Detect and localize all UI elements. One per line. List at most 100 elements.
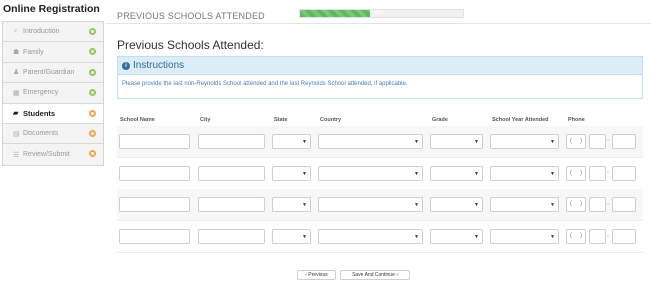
instructions-text: Please provide the last non-Reynolds Sch… — [122, 81, 408, 87]
school-name-input[interactable] — [119, 229, 190, 244]
chevron-down-icon: ▼ — [474, 139, 479, 145]
state-select[interactable]: ▼ — [272, 134, 311, 149]
in-progress-status-icon — [89, 150, 96, 158]
chevron-down-icon: ▼ — [414, 171, 419, 177]
school-year-select[interactable]: ▼ — [490, 197, 559, 212]
sidebar-item-documents[interactable]: ▤ Documents — [3, 124, 103, 145]
grade-select[interactable]: ▼ — [430, 166, 483, 181]
phone-open-paren: ( — [570, 233, 572, 239]
phone-line-input[interactable] — [612, 134, 636, 149]
school-name-input[interactable] — [119, 134, 190, 149]
sidebar-item-label: Emergency — [23, 89, 59, 97]
sidebar: Online Registration ♀ Introduction ☗ Fam… — [0, 0, 106, 283]
progress-fill — [300, 10, 371, 17]
chevron-down-icon: ▼ — [414, 202, 419, 208]
column-header-grade: Grade — [432, 117, 448, 123]
school-year-select[interactable]: ▼ — [490, 166, 559, 181]
column-header-school-name: School Name — [120, 117, 155, 123]
school-name-input[interactable] — [119, 197, 190, 212]
column-header-phone: Phone — [568, 117, 585, 123]
page-title: PREVIOUS SCHOOLS ATTENDED — [117, 11, 265, 21]
chevron-down-icon: ▼ — [550, 171, 555, 177]
chevron-down-icon: ▼ — [302, 139, 307, 145]
country-select[interactable]: ▼ — [318, 229, 423, 244]
chevron-down-icon: ▼ — [474, 202, 479, 208]
table-row-divider — [117, 220, 643, 221]
city-input[interactable] — [198, 134, 265, 149]
info-icon: i — [122, 61, 130, 70]
header-divider — [106, 23, 651, 24]
table-row-divider — [117, 252, 643, 253]
school-year-select[interactable]: ▼ — [490, 134, 559, 149]
sidebar-item-parent-guardian[interactable]: ♟ Parent/Guardian — [3, 63, 103, 84]
sidebar-nav: ♀ Introduction ☗ Family ♟ Parent/Guardia… — [2, 21, 104, 166]
in-progress-status-icon — [89, 129, 96, 137]
sidebar-item-family[interactable]: ☗ Family — [3, 42, 103, 63]
document-icon: ▤ — [13, 130, 20, 138]
in-progress-status-icon — [89, 109, 96, 117]
phone-dash: - — [607, 138, 609, 144]
lightbulb-icon: ♀ — [13, 28, 19, 36]
table-row-divider — [117, 157, 643, 158]
instructions-header: i Instructions — [118, 57, 642, 75]
column-header-city: City — [200, 117, 211, 123]
sidebar-item-label: Documents — [23, 130, 59, 138]
country-select[interactable]: ▼ — [318, 134, 423, 149]
instructions-title: Instructions — [133, 60, 185, 71]
phone-area-code-input[interactable]: () — [566, 229, 586, 244]
school-name-input[interactable] — [119, 166, 190, 181]
phone-prefix-input[interactable] — [589, 166, 606, 181]
sidebar-title: Online Registration — [3, 3, 100, 15]
phone-prefix-input[interactable] — [589, 229, 606, 244]
progress-label: 43% — [373, 10, 384, 16]
phone-close-paren: ) — [580, 170, 582, 176]
complete-status-icon — [89, 68, 96, 76]
complete-status-icon — [89, 28, 96, 35]
section-title: Previous Schools Attended: — [117, 38, 264, 52]
chevron-down-icon: ▼ — [302, 171, 307, 177]
phone-dash: - — [607, 201, 609, 207]
sidebar-item-label: Introduction — [23, 28, 60, 36]
grade-select[interactable]: ▼ — [430, 229, 483, 244]
grade-select[interactable]: ▼ — [430, 134, 483, 149]
country-select[interactable]: ▼ — [318, 197, 423, 212]
phone-area-code-input[interactable]: () — [566, 197, 586, 212]
city-input[interactable] — [198, 197, 265, 212]
phone-dash: - — [607, 170, 609, 176]
country-select[interactable]: ▼ — [318, 166, 423, 181]
column-header-school-year: School Year Attended — [492, 117, 549, 123]
phone-prefix-input[interactable] — [589, 134, 606, 149]
list-icon: ☰ — [13, 151, 20, 159]
sidebar-item-label: Family — [23, 48, 44, 56]
state-select[interactable]: ▼ — [272, 197, 311, 212]
previous-button[interactable]: ‹ Previous — [297, 270, 336, 280]
chevron-down-icon: ▼ — [550, 139, 555, 145]
save-and-continue-button[interactable]: Save And Continue › — [340, 270, 410, 280]
sidebar-item-label: Students — [23, 108, 56, 118]
state-select[interactable]: ▼ — [272, 229, 311, 244]
phone-prefix-input[interactable] — [589, 197, 606, 212]
chevron-down-icon: ▼ — [414, 139, 419, 145]
phone-open-paren: ( — [570, 170, 572, 176]
phone-close-paren: ) — [580, 201, 582, 207]
sidebar-item-review-submit[interactable]: ☰ Review/Submit — [3, 144, 103, 164]
phone-close-paren: ) — [580, 233, 582, 239]
sidebar-item-label: Parent/Guardian — [23, 68, 75, 76]
state-select[interactable]: ▼ — [272, 166, 311, 181]
phone-line-input[interactable] — [612, 229, 636, 244]
grade-select[interactable]: ▼ — [430, 197, 483, 212]
column-header-state: State — [274, 117, 288, 123]
sidebar-item-emergency[interactable]: ▦ Emergency — [3, 83, 103, 104]
sidebar-item-introduction[interactable]: ♀ Introduction — [3, 22, 103, 43]
sidebar-item-students[interactable]: ▰ Students — [3, 103, 103, 124]
phone-line-input[interactable] — [612, 166, 636, 181]
phone-area-code-input[interactable]: () — [566, 166, 586, 181]
complete-status-icon — [89, 89, 96, 97]
family-icon: ☗ — [13, 49, 20, 57]
city-input[interactable] — [198, 229, 265, 244]
phone-area-code-input[interactable]: () — [566, 134, 586, 149]
chevron-down-icon: ▼ — [550, 202, 555, 208]
phone-line-input[interactable] — [612, 197, 636, 212]
school-year-select[interactable]: ▼ — [490, 229, 559, 244]
city-input[interactable] — [198, 166, 265, 181]
